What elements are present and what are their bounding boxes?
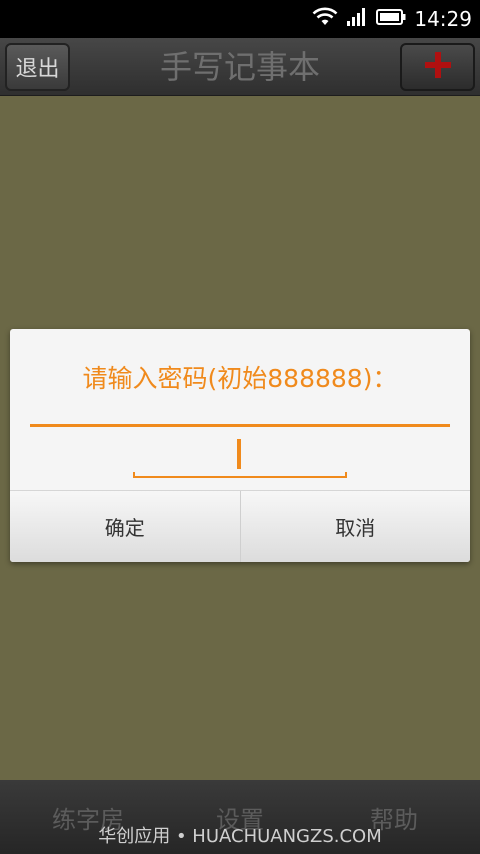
cancel-button[interactable]: 取消: [239, 491, 471, 562]
plus-icon: [423, 50, 453, 84]
add-button[interactable]: [400, 43, 475, 91]
status-icons: 14:29: [312, 0, 472, 38]
battery-icon: [376, 8, 406, 30]
password-dialog: 请输入密码(初始888888)： 确定 取消: [10, 329, 470, 562]
password-input[interactable]: [133, 472, 347, 478]
dialog-prompt: 请输入密码(初始888888)：: [82, 364, 398, 393]
title-bar: 退出 手写记事本: [0, 38, 480, 96]
confirm-button[interactable]: 确定: [10, 491, 240, 562]
wifi-icon: [312, 7, 338, 31]
watermark: 华创应用 • HUACHUANGZS.COM: [98, 826, 382, 847]
signal-icon: [346, 7, 368, 31]
dialog-button-bar: 确定 取消: [10, 490, 470, 562]
text-cursor: [237, 439, 241, 469]
status-time: 14:29: [414, 7, 472, 31]
dialog-divider: [30, 424, 450, 427]
exit-button[interactable]: 退出: [5, 43, 70, 91]
status-bar: 14:29: [0, 0, 480, 38]
